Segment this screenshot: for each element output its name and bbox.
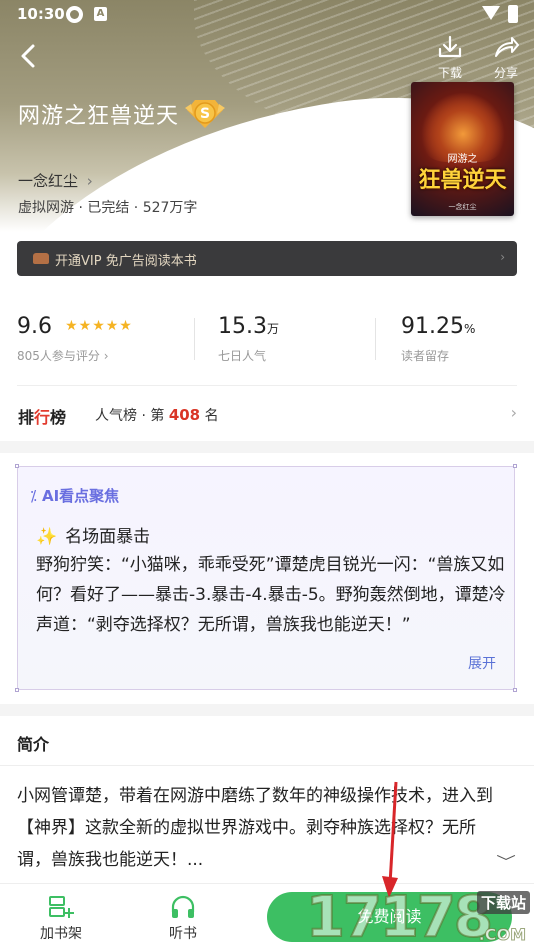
retention-value: 91.25 [401,314,464,339]
ranking-arrow-icon: › [510,403,517,422]
wifi-icon [482,6,500,20]
bookshelf-add-icon [49,896,74,918]
rating-stars-icon: ★★★★★ [65,318,133,334]
add-to-shelf-label: 加书架 [40,926,82,942]
author-link[interactable]: 一念红尘 › [18,170,93,191]
back-arrow-icon [21,44,35,68]
rating-value: 9.6 [17,314,52,339]
expand-button[interactable]: 展开 [468,653,496,673]
red-pointer-arrow-icon [382,781,398,898]
add-to-shelf-button[interactable]: 加书架 [21,894,101,943]
popularity-value: 15.3 [218,314,267,339]
download-label: 下载 [437,66,462,80]
share-icon [495,37,519,57]
selection-handle [513,688,517,692]
badge-letter: S [200,106,210,122]
divider [0,765,534,766]
section-gap [0,704,534,716]
headphones-icon [171,895,195,918]
listen-label: 听书 [169,926,197,942]
ranking-text: 人气榜 · 第 408 名 [95,406,219,424]
sparkle-icon: ✨ [36,527,58,547]
popularity-stat: 15.3万 七日人气 [218,314,279,364]
rating-count: 805人参与评分 › [17,349,109,363]
popularity-unit: 万 [266,322,279,336]
listen-button[interactable]: 听书 [143,894,223,943]
download-button[interactable]: 下载 [430,34,470,81]
s-level-badge-icon: S [185,100,225,128]
author-arrow-icon: › [86,172,93,190]
divider [194,318,195,360]
ai-highlights-card[interactable]: ⁒ AI看点聚焦 ✨ 名场面暴击 野狗狞笑：“小猫咪，乖乖受死”谭楚虎目锐光一闪：… [17,466,515,690]
vip-banner-text: 开通VIP 免广告阅读本书 [55,254,197,269]
share-button[interactable]: 分享 [486,34,526,81]
vip-arrow-icon: › [500,250,505,264]
bottom-action-bar: 加书架 听书 免费阅读 [0,883,534,950]
chevron-down-icon[interactable]: ﹀ [496,852,516,872]
ranking-label: 排行榜 [18,408,67,427]
retention-stat: 91.25% 读者留存 [401,314,475,364]
retention-unit: % [463,322,476,336]
book-title: 网游之狂兽逆天 [18,104,180,129]
selection-handle [513,464,517,468]
cover-author: 一念红尘 [448,203,477,211]
divider [375,318,376,360]
book-meta: 虚拟网游 · 已完结 · 527万字 [18,200,198,216]
notification-icon [66,6,83,23]
back-button[interactable] [14,40,46,72]
ai-highlights-heading: ⁒ AI看点聚焦 [30,487,120,505]
vip-crown-icon [33,253,49,264]
share-label: 分享 [493,66,518,80]
section-gap [0,441,534,453]
rating-stat[interactable]: 9.6 ★★★★★ 805人参与评分 › [17,314,133,364]
popularity-label: 七日人气 [218,349,267,363]
download-icon [438,35,462,58]
book-stats: 9.6 ★★★★★ 805人参与评分 › 15.3万 七日人气 91.25% 读… [0,300,534,380]
rank-number: 408 [168,406,201,424]
status-time: 10:30 [17,5,65,23]
status-bar: 10:30 A [0,0,534,30]
ai-highlight-body: 野狗狞笑：“小猫咪，乖乖受死”谭楚虎目锐光一闪：“兽族又如何？看好了——暴击-3… [36,555,506,635]
ai-highlight-subtitle: ✨ 名场面暴击 [36,527,151,547]
cover-title: 狂兽逆天 [418,167,507,193]
battery-icon [508,5,518,23]
vip-banner[interactable]: 开通VIP 免广告阅读本书 › [17,241,517,276]
ranking-row[interactable]: 排行榜 人气榜 · 第 408 名 › [17,385,517,441]
intro-heading: 简介 [17,735,50,754]
app-notification-icon: A [94,7,107,21]
ai-sparkle-icon: ⁒ [30,487,37,505]
book-cover[interactable]: 网游之 狂兽逆天 一念红尘 [411,82,514,216]
author-name: 一念红尘 [18,172,79,190]
selection-handle [15,464,19,468]
retention-label: 读者留存 [401,349,450,363]
selection-handle [15,688,19,692]
intro-text: 小网管谭楚，带着在网游中磨练了数年的神级操作技术，进入到【神界】这款全新的虚拟世… [17,786,493,870]
